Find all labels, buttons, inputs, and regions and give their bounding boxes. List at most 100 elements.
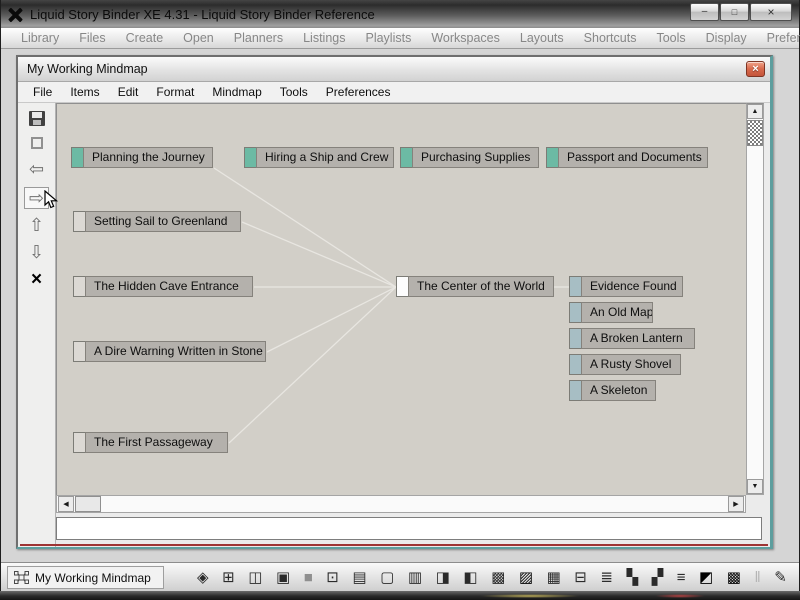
package-icon[interactable]: ◫ xyxy=(248,570,262,585)
delete-icon[interactable]: × xyxy=(31,270,42,289)
dark-mosaic-icon[interactable]: ▩ xyxy=(727,570,741,585)
scroll-up-button[interactable]: ▲ xyxy=(747,104,763,119)
mindmap-node[interactable]: A Skeleton xyxy=(569,380,656,401)
maximize-button[interactable]: □ xyxy=(720,3,749,21)
menu-shortcuts[interactable]: Shortcuts xyxy=(574,31,647,45)
notes-input[interactable] xyxy=(56,517,762,540)
mindmap-node[interactable]: Passport and Documents xyxy=(546,147,708,168)
main-menu-bar: LibraryFilesCreateOpenPlannersListingsPl… xyxy=(1,28,799,49)
left-toolbar: ⇦ ⇨ ⇧ ⇩ × xyxy=(18,103,56,547)
child-menu-edit[interactable]: Edit xyxy=(109,85,148,99)
child-menu-items[interactable]: Items xyxy=(61,85,108,99)
mindmap-node[interactable]: An Old Map xyxy=(569,302,653,323)
pause-icon[interactable]: ‖ xyxy=(755,570,761,585)
grid-icon[interactable]: ⊞ xyxy=(222,570,235,585)
mindmap-node[interactable]: Purchasing Supplies xyxy=(400,147,539,168)
node-label: A Rusty Shovel xyxy=(581,354,681,375)
mindmap-node-icon[interactable]: ⊟ xyxy=(574,570,587,585)
taskbar-item-label: My Working Mindmap xyxy=(35,571,151,585)
menu-library[interactable]: Library xyxy=(11,31,69,45)
mindmap-node[interactable]: Setting Sail to Greenland xyxy=(73,211,241,232)
minimize-button[interactable]: – xyxy=(690,3,719,21)
child-title-bar[interactable]: My Working Mindmap × xyxy=(18,57,770,82)
image-icon[interactable]: ▨ xyxy=(519,570,533,585)
mindmap-node[interactable]: The Hidden Cave Entrance xyxy=(73,276,253,297)
node-label: Hiring a Ship and Crew xyxy=(256,147,394,168)
mindmap-node[interactable]: The Center of the World xyxy=(396,276,554,297)
save-icon[interactable] xyxy=(29,110,45,126)
mindmap-node[interactable]: Hiring a Ship and Crew xyxy=(244,147,394,168)
menu-create[interactable]: Create xyxy=(116,31,174,45)
layers-icon[interactable]: ◈ xyxy=(197,570,209,585)
child-menu-tools[interactable]: Tools xyxy=(271,85,317,99)
columns-icon[interactable]: ▚ xyxy=(627,570,639,585)
child-menu-preferences[interactable]: Preferences xyxy=(317,85,400,99)
vertical-scrollbar[interactable]: ▲ ▼ xyxy=(746,103,764,495)
menu-tools[interactable]: Tools xyxy=(646,31,695,45)
scroll-left-button[interactable]: ◀ xyxy=(58,496,74,512)
nav-right-icon[interactable]: ⇨ xyxy=(24,187,49,209)
notes-icon[interactable]: ▤ xyxy=(352,570,366,585)
node-label: A Broken Lantern xyxy=(581,328,695,349)
selection-icon[interactable]: ⊡ xyxy=(326,570,339,585)
child-menu-file[interactable]: File xyxy=(24,85,61,99)
child-menu-mindmap[interactable]: Mindmap xyxy=(203,85,270,99)
title-bar[interactable]: Liquid Story Binder XE 4.31 - Liquid Sto… xyxy=(1,0,799,28)
list-icon[interactable]: ≣ xyxy=(600,570,613,585)
node-label: Passport and Documents xyxy=(558,147,708,168)
calendar-icon[interactable]: ▦ xyxy=(547,570,561,585)
taskbar-glow-yellow xyxy=(480,594,580,598)
node-label: The Center of the World xyxy=(408,276,554,297)
nav-down-icon[interactable]: ⇩ xyxy=(29,243,44,261)
menu-files[interactable]: Files xyxy=(69,31,115,45)
menu-layouts[interactable]: Layouts xyxy=(510,31,574,45)
nav-left-icon[interactable]: ⇦ xyxy=(29,160,44,178)
child-window-body: ⇦ ⇨ ⇧ ⇩ × Planning the Journey Hiring a Ship … xyxy=(18,103,770,547)
dark-image-icon[interactable]: ◩ xyxy=(699,570,713,585)
child-menu-format[interactable]: Format xyxy=(147,85,203,99)
mindmap-node[interactable]: The First Passageway xyxy=(73,432,228,453)
horizontal-scrollbar[interactable]: ◀ ▶ xyxy=(56,495,746,513)
child-close-button[interactable]: × xyxy=(746,61,765,77)
menu-playlists[interactable]: Playlists xyxy=(355,31,421,45)
table-icon[interactable]: ▥ xyxy=(408,570,422,585)
mindmap-node[interactable]: A Rusty Shovel xyxy=(569,354,681,375)
mindmap-node[interactable]: A Broken Lantern xyxy=(569,328,695,349)
node-label: Planning the Journey xyxy=(83,147,213,168)
mosaic-icon[interactable]: ▩ xyxy=(491,570,505,585)
node-label: Setting Sail to Greenland xyxy=(85,211,241,232)
child-menu-bar: FileItemsEditFormatMindmapToolsPreferenc… xyxy=(18,82,770,103)
node-label: The First Passageway xyxy=(85,432,228,453)
mindmap-node[interactable]: Planning the Journey xyxy=(71,147,213,168)
stop-square-icon[interactable] xyxy=(31,135,43,151)
menu-planners[interactable]: Planners xyxy=(224,31,293,45)
taskbar-glow-red xyxy=(655,594,705,598)
scroll-right-button[interactable]: ▶ xyxy=(728,496,744,512)
mindmap-node[interactable]: Evidence Found xyxy=(569,276,683,297)
menu-listings[interactable]: Listings xyxy=(293,31,355,45)
outline-icon[interactable]: ◨ xyxy=(436,570,450,585)
scroll-down-button[interactable]: ▼ xyxy=(747,479,763,494)
node-label: A Skeleton xyxy=(581,380,656,401)
split-view-icon[interactable]: ◧ xyxy=(463,570,477,585)
new-page-icon[interactable]: ▢ xyxy=(380,570,394,585)
close-button[interactable]: × xyxy=(750,3,792,21)
mindmap-canvas[interactable]: Planning the Journey Hiring a Ship and Cr… xyxy=(56,103,746,495)
swatch-icon[interactable]: ■ xyxy=(304,570,313,585)
vertical-scroll-thumb[interactable] xyxy=(747,120,763,146)
menu-workspaces[interactable]: Workspaces xyxy=(421,31,510,45)
taskbar-item-mindmap[interactable]: My Working Mindmap xyxy=(7,566,164,589)
mindmap-node[interactable]: A Dire Warning Written in Stone xyxy=(73,341,266,362)
save-icon[interactable]: ▣ xyxy=(276,570,290,585)
node-label: Purchasing Supplies xyxy=(412,147,539,168)
menu-display[interactable]: Display xyxy=(696,31,757,45)
node-label: The Hidden Cave Entrance xyxy=(85,276,253,297)
quill-icon[interactable]: ✎ xyxy=(774,570,787,585)
menu-open[interactable]: Open xyxy=(173,31,224,45)
rows-icon[interactable]: ≡ xyxy=(677,570,686,585)
menu-preferences[interactable]: Preferences xyxy=(757,31,800,45)
child-window-title: My Working Mindmap xyxy=(27,62,148,76)
nav-up-icon[interactable]: ⇧ xyxy=(29,216,44,234)
tiles-icon[interactable]: ▞ xyxy=(652,570,664,585)
horizontal-scroll-thumb[interactable] xyxy=(75,496,101,512)
